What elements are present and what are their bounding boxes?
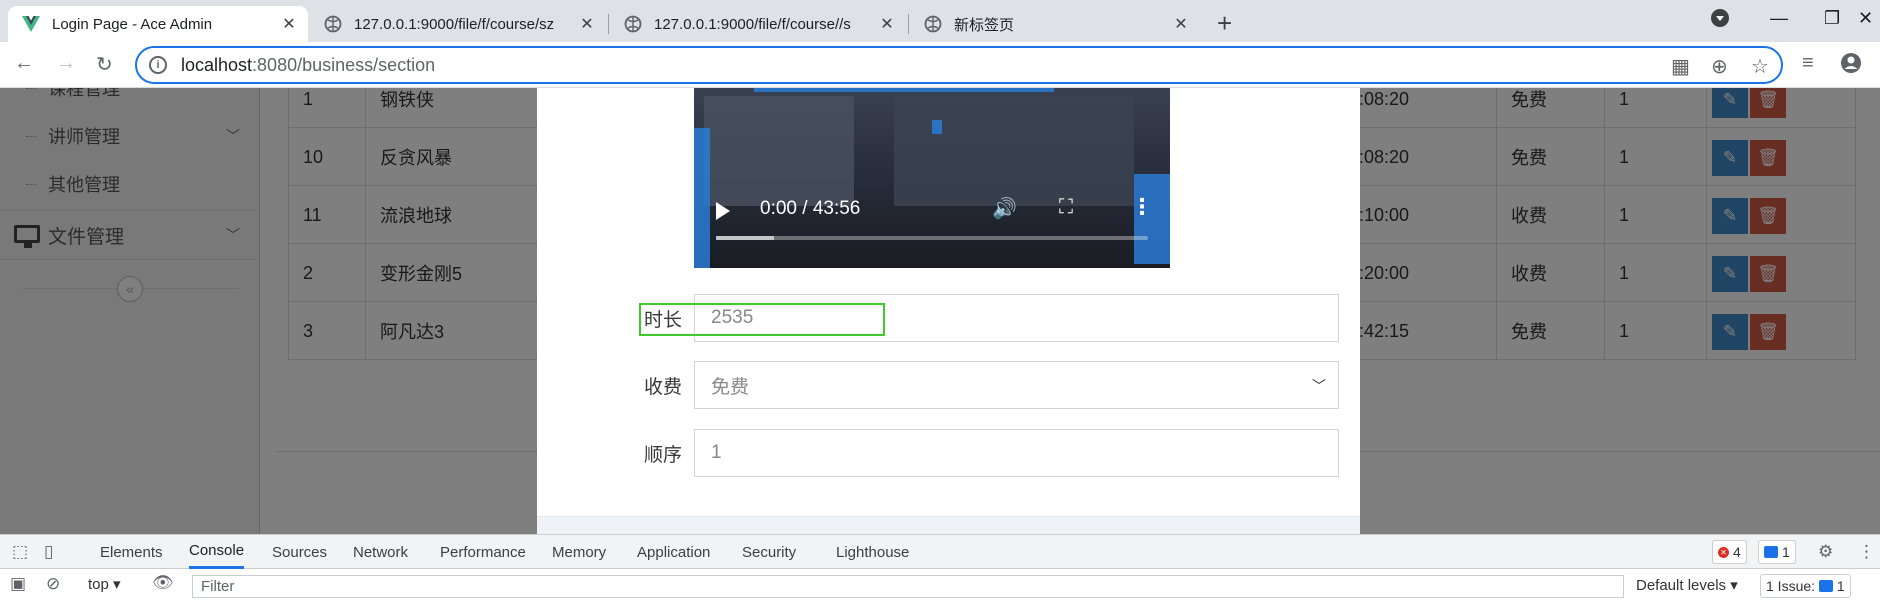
browser-tab-newtab[interactable]: 新标签页 ✕: [910, 6, 1200, 42]
tab-title: Login Page - Ace Admin: [52, 15, 213, 33]
video-player[interactable]: 0:00 / 43:56 🔊 ⛶ ⋮: [694, 88, 1170, 268]
bookmark-star-icon[interactable]: ☆: [1751, 54, 1769, 79]
video-frame-detail: [754, 88, 1054, 92]
log-levels-select[interactable]: Default levels ▾: [1636, 576, 1738, 594]
filter-input[interactable]: Filter: [192, 575, 1624, 598]
tab-title: 127.0.0.1:9000/file/f/course/sz: [354, 15, 555, 33]
devtools-tab-sources[interactable]: Sources: [272, 535, 327, 569]
devtools-tab-lighthouse[interactable]: Lighthouse: [836, 535, 909, 569]
reload-icon[interactable]: ↻: [96, 52, 113, 77]
url-input[interactable]: i localhost:8080/business/section ▦ ⊕ ☆: [135, 46, 1783, 84]
zoom-icon[interactable]: ⊕: [1711, 54, 1728, 79]
globe-icon: [924, 15, 942, 33]
devtools-tab-network[interactable]: Network: [353, 535, 408, 569]
console-toolbar: ▣ ⊘ top ▾ 👁 Filter Default levels ▾ 1 Is…: [0, 569, 1880, 603]
message-count-badge[interactable]: 1: [1758, 540, 1796, 564]
tab-separator: [608, 14, 609, 34]
play-icon[interactable]: [716, 202, 730, 220]
message-icon: [1764, 546, 1778, 558]
devtools-tab-elements[interactable]: Elements: [100, 535, 163, 569]
close-icon[interactable]: ✕: [578, 14, 596, 34]
charge-select[interactable]: 免费 ﹀: [694, 361, 1339, 409]
vue-logo-icon: [22, 15, 40, 33]
chevron-down-icon: ﹀: [1312, 378, 1326, 394]
qr-code-icon[interactable]: ▦: [1671, 54, 1690, 79]
url-path: :8080/business/section: [252, 54, 436, 75]
browser-tab-login[interactable]: Login Page - Ace Admin ✕: [8, 6, 308, 42]
context-value: top: [88, 576, 109, 593]
error-count: 4: [1733, 544, 1741, 560]
tab-title: 127.0.0.1:9000/file/f/course//s: [654, 15, 851, 33]
info-icon[interactable]: i: [149, 56, 167, 74]
devtools-panel: ⬚ ▯ Elements Console Sources Network Per…: [0, 534, 1880, 604]
charge-label: 收费: [643, 376, 682, 398]
log-levels-value: Default levels: [1636, 577, 1727, 594]
context-select[interactable]: top ▾: [88, 575, 121, 593]
back-arrow-icon[interactable]: ←: [14, 52, 34, 75]
device-toolbar-icon[interactable]: ▯: [44, 542, 53, 562]
issues-label: 1 Issue:: [1766, 578, 1816, 594]
sort-label: 顺序: [643, 444, 682, 466]
devtools-tab-application[interactable]: Application: [637, 535, 710, 569]
gear-icon[interactable]: ⚙: [1818, 542, 1833, 562]
more-vertical-icon[interactable]: ⋮: [1131, 194, 1153, 220]
browser-tab-file2[interactable]: 127.0.0.1:9000/file/f/course//s ✕: [610, 6, 906, 42]
devtools-tab-memory[interactable]: Memory: [552, 535, 606, 569]
charge-select-value: 免费: [711, 376, 750, 398]
video-controls: 0:00 / 43:56 🔊 ⛶ ⋮: [694, 178, 1170, 268]
message-icon: [1818, 580, 1833, 592]
close-window-button[interactable]: ✕: [1858, 8, 1873, 29]
devtools-tab-console[interactable]: Console: [189, 535, 245, 569]
volume-icon[interactable]: 🔊: [992, 196, 1017, 221]
globe-icon: [324, 15, 342, 33]
close-icon[interactable]: ✕: [1172, 14, 1190, 34]
profile-avatar-icon[interactable]: [1840, 52, 1862, 80]
video-progress-bar[interactable]: [716, 236, 1148, 240]
devtools-tab-security[interactable]: Security: [742, 535, 796, 569]
minimize-button[interactable]: —: [1770, 8, 1788, 29]
issues-count: 1: [1836, 578, 1845, 594]
close-icon[interactable]: ✕: [280, 14, 298, 34]
close-icon[interactable]: ✕: [878, 14, 896, 34]
address-bar: ← → ↻ i localhost:8080/business/section …: [0, 42, 1880, 88]
tab-search-icon[interactable]: [1710, 8, 1730, 33]
highlight-box: [639, 303, 885, 336]
reading-list-icon[interactable]: ≡: [1802, 52, 1814, 75]
browser-tab-file1[interactable]: 127.0.0.1:9000/file/f/course/sz ✕: [310, 6, 606, 42]
browser-tab-bar: Login Page - Ace Admin ✕ 127.0.0.1:9000/…: [0, 0, 1880, 42]
more-vertical-icon[interactable]: ⋮: [1858, 542, 1875, 562]
url-host: localhost: [181, 54, 253, 75]
message-count: 1: [1782, 544, 1790, 560]
forward-arrow-icon[interactable]: →: [56, 52, 76, 75]
clear-console-icon[interactable]: ⊘: [46, 574, 60, 594]
page-content: 课程管理 讲师管理 ﹀ 其他管理 文件管理 ﹀ « 1 钢铁侠 0:08:20 …: [0, 88, 1880, 534]
error-icon: ✕: [1718, 546, 1729, 558]
video-frame-detail: [932, 120, 942, 134]
devtools-tab-bar: ⬚ ▯ Elements Console Sources Network Per…: [0, 535, 1880, 569]
sort-row: 顺序 1: [537, 429, 1360, 477]
fullscreen-icon[interactable]: ⛶: [1059, 196, 1073, 219]
modal-footer: [537, 516, 1360, 534]
globe-icon: [624, 15, 642, 33]
new-tab-button[interactable]: +: [1217, 8, 1232, 39]
issues-badge[interactable]: 1 Issue: 1: [1760, 574, 1851, 598]
devtools-tab-performance[interactable]: Performance: [440, 535, 526, 569]
tab-title: 新标签页: [954, 16, 1015, 34]
sort-input[interactable]: 1: [694, 429, 1339, 477]
charge-row: 收费 免费 ﹀: [537, 361, 1360, 409]
tab-separator: [908, 14, 909, 34]
video-time: 0:00 / 43:56: [760, 198, 861, 219]
restore-button[interactable]: ❐: [1824, 8, 1840, 29]
inspect-element-icon[interactable]: ⬚: [12, 542, 28, 562]
eye-icon[interactable]: 👁: [152, 573, 174, 593]
sidebar-toggle-icon[interactable]: ▣: [10, 574, 26, 594]
buffered-bar: [716, 236, 774, 240]
error-count-badge[interactable]: ✕ 4: [1712, 540, 1747, 564]
